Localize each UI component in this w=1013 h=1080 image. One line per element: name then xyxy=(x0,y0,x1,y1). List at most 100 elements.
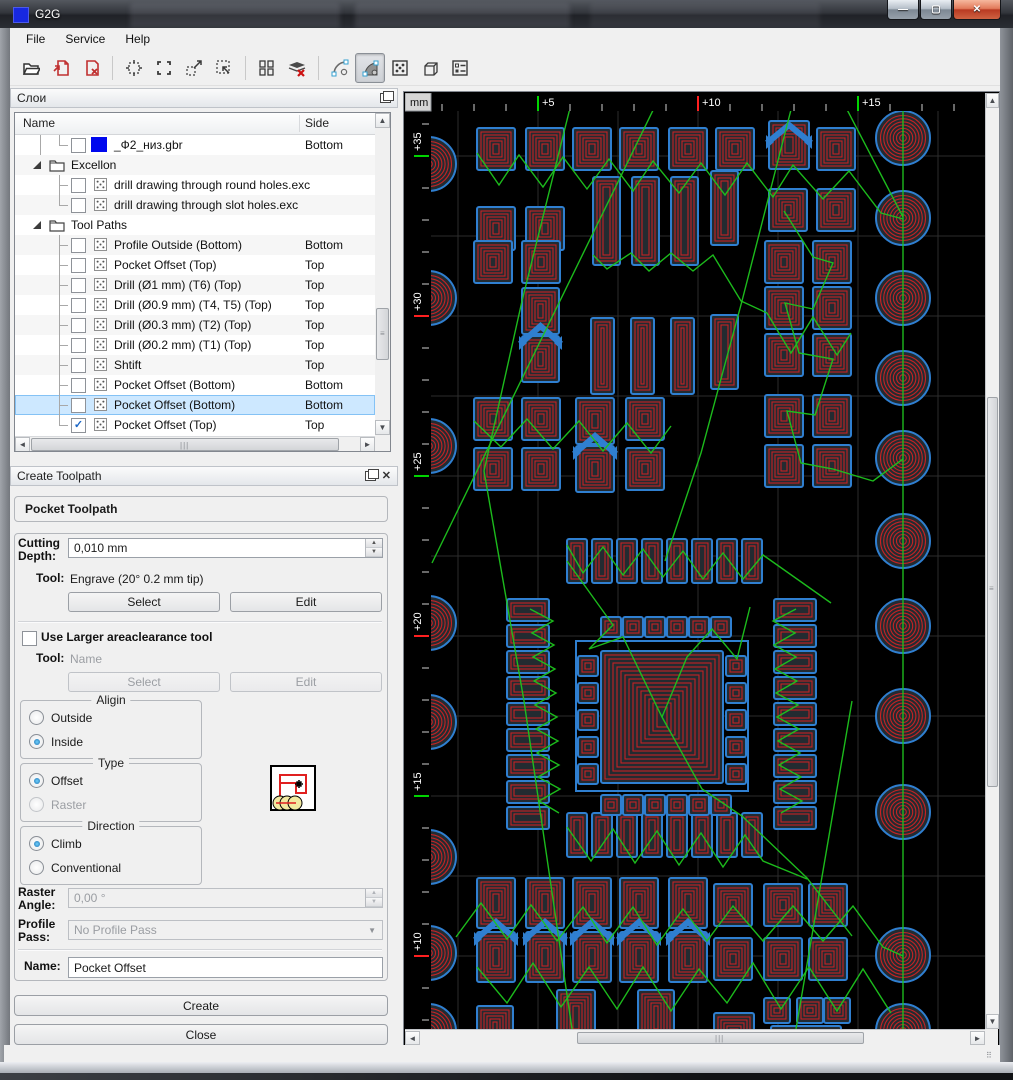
radio-icon[interactable] xyxy=(29,836,44,851)
radio-icon[interactable] xyxy=(29,773,44,788)
layer-row[interactable]: Drill (Ø0.3 mm) (T2) (Top) Top xyxy=(15,315,375,335)
scroll-up-arrow[interactable]: ▲ xyxy=(986,93,999,108)
menu-item-file[interactable]: File xyxy=(16,29,55,49)
scroll-thumb[interactable]: ≡ xyxy=(987,397,998,787)
drill-holes-tool-button[interactable] xyxy=(385,53,415,83)
scroll-right-arrow[interactable]: ► xyxy=(360,437,375,451)
layers-dock-titlebar[interactable]: Слои xyxy=(10,88,398,108)
use-larger-checkbox[interactable] xyxy=(22,631,37,646)
view-3d-button[interactable] xyxy=(415,53,445,83)
radio-icon[interactable] xyxy=(29,860,44,875)
radio-icon[interactable] xyxy=(29,734,44,749)
tool2-edit-button[interactable]: Edit xyxy=(230,672,382,692)
radio-icon[interactable] xyxy=(29,797,44,812)
radio-option-climb[interactable]: Climb xyxy=(29,836,82,851)
resize-grip[interactable]: ⠿ xyxy=(986,1051,993,1060)
radio-option-offset[interactable]: Offset xyxy=(29,773,83,788)
float-icon[interactable] xyxy=(380,91,394,103)
tool-edit-button[interactable]: Edit xyxy=(230,592,382,612)
pocket-toolpath-tool-button[interactable] xyxy=(355,52,385,83)
layer-row[interactable]: Drill (Ø1 mm) (T6) (Top) Top xyxy=(15,275,375,295)
import-file-button[interactable] xyxy=(46,53,76,83)
menu-item-help[interactable]: Help xyxy=(115,29,160,49)
raster-angle-input[interactable]: 0,00 ° ▲ ▼ xyxy=(68,888,383,908)
scroll-thumb[interactable]: ≡ xyxy=(376,308,389,360)
close-file-button[interactable] xyxy=(76,53,106,83)
layer-row[interactable]: ✓ Pocket Offset (Top) Top xyxy=(15,415,375,435)
layer-checkbox[interactable] xyxy=(71,178,86,193)
title-bar[interactable]: G2G — ▢ ✕ xyxy=(0,0,1013,28)
dock-close-icon[interactable]: ✕ xyxy=(382,471,391,482)
close-button[interactable]: Close xyxy=(14,1024,388,1045)
layer-row[interactable]: _Ф2_низ.gbr Bottom xyxy=(15,135,375,155)
layer-row[interactable]: Pocket Offset (Bottom) Bottom xyxy=(15,375,375,395)
radio-icon[interactable] xyxy=(29,710,44,725)
layer-row[interactable]: drill drawing through slot holes.exc xyxy=(15,195,375,215)
layer-row[interactable]: Drill (Ø0.2 mm) (T1) (Top) Top xyxy=(15,335,375,355)
expand-arrow-icon[interactable] xyxy=(33,221,41,229)
layer-checkbox[interactable] xyxy=(71,338,86,353)
layers-vertical-scrollbar[interactable]: ▲ ▼ ≡ xyxy=(375,113,390,451)
pcb-horizontal-scrollbar[interactable]: ◄ ► ||| xyxy=(405,1029,985,1046)
radio-option-outside[interactable]: Outside xyxy=(29,710,92,725)
float-icon[interactable] xyxy=(364,469,379,481)
panelize-button[interactable] xyxy=(252,53,282,83)
layer-checkbox[interactable] xyxy=(71,298,86,313)
layer-checkbox[interactable] xyxy=(71,278,86,293)
cutting-depth-input[interactable]: 0,010 mm ▲ ▼ xyxy=(68,538,383,558)
layer-row[interactable]: Profile Outside (Bottom) Bottom xyxy=(15,235,375,255)
zoom-in-region-button[interactable] xyxy=(179,53,209,83)
create-toolpath-dock-titlebar[interactable]: Create Toolpath ✕ xyxy=(10,466,398,486)
layer-checkbox[interactable] xyxy=(71,138,86,153)
expand-arrow-icon[interactable] xyxy=(33,161,41,169)
remove-toolpaths-button[interactable] xyxy=(282,53,312,83)
layer-row[interactable]: drill drawing through round holes.exc xyxy=(15,175,375,195)
tool-select-button[interactable]: Select xyxy=(68,592,220,612)
radio-option-conventional[interactable]: Conventional xyxy=(29,860,121,875)
minimize-button[interactable]: — xyxy=(887,0,919,20)
scroll-up-arrow[interactable]: ▲ xyxy=(375,113,390,128)
radio-option-inside[interactable]: Inside xyxy=(29,734,83,749)
zoom-out-region-button[interactable] xyxy=(209,53,239,83)
pcb-canvas[interactable]: +5 +10 +15 +35 +30 +25 +20 +15 +10 mm xyxy=(405,93,985,1029)
layer-checkbox[interactable] xyxy=(71,398,86,413)
layer-checkbox[interactable] xyxy=(71,378,86,393)
name-input[interactable]: Pocket Offset xyxy=(68,957,383,978)
scroll-left-arrow[interactable]: ◄ xyxy=(15,437,30,451)
tool2-select-button[interactable]: Select xyxy=(68,672,220,692)
layers-horizontal-scrollbar[interactable]: ◄ ► ||| xyxy=(15,436,375,451)
maximize-button[interactable]: ▢ xyxy=(920,0,952,20)
scroll-down-arrow[interactable]: ▼ xyxy=(375,420,390,435)
layer-row[interactable]: Pocket Offset (Top) Top xyxy=(15,255,375,275)
scroll-thumb[interactable]: ||| xyxy=(31,438,339,451)
layer-row[interactable]: Excellon xyxy=(15,155,375,175)
scroll-left-arrow[interactable]: ◄ xyxy=(405,1031,420,1045)
layers-tree[interactable]: Name Side _Ф2_низ.gbr Bottom Excellon drill… xyxy=(14,112,391,452)
scroll-down-arrow[interactable]: ▼ xyxy=(986,1014,999,1029)
pcb-vertical-scrollbar[interactable]: ▲ ▼ ≡ xyxy=(985,93,999,1029)
arc-entry-tool-button[interactable] xyxy=(325,53,355,83)
layer-row[interactable]: Shtift Top xyxy=(15,355,375,375)
column-header-side[interactable]: Side xyxy=(305,116,329,130)
open-file-button[interactable] xyxy=(16,53,46,83)
layer-checkbox[interactable]: ✓ xyxy=(71,418,86,433)
close-button[interactable]: ✕ xyxy=(953,0,1001,20)
zoom-fit-button[interactable] xyxy=(119,53,149,83)
layer-checkbox[interactable] xyxy=(71,258,86,273)
layer-checkbox[interactable] xyxy=(71,198,86,213)
radio-option-raster[interactable]: Raster xyxy=(29,797,86,812)
create-button[interactable]: Create xyxy=(14,995,388,1016)
layers-tree-header[interactable]: Name Side xyxy=(15,113,390,135)
zoom-window-button[interactable] xyxy=(149,53,179,83)
toolpath-properties-button[interactable] xyxy=(445,53,475,83)
layer-row[interactable]: Pocket Offset (Bottom) Bottom xyxy=(15,395,375,415)
spin-buttons[interactable]: ▲ ▼ xyxy=(365,539,382,557)
scroll-thumb[interactable]: ||| xyxy=(577,1032,864,1044)
layer-row[interactable]: Tool Paths xyxy=(15,215,375,235)
profile-pass-dropdown[interactable]: No Profile Pass ▼ xyxy=(68,920,383,940)
pcb-view[interactable]: +5 +10 +15 +35 +30 +25 +20 +15 +10 mm ▲ ▼ ≡ ◄ ► |… xyxy=(403,91,1000,1047)
layer-row[interactable]: Drill (Ø0.9 mm) (T4, T5) (Top) Top xyxy=(15,295,375,315)
layer-checkbox[interactable] xyxy=(71,318,86,333)
scroll-right-arrow[interactable]: ► xyxy=(970,1031,985,1045)
layer-checkbox[interactable] xyxy=(71,238,86,253)
